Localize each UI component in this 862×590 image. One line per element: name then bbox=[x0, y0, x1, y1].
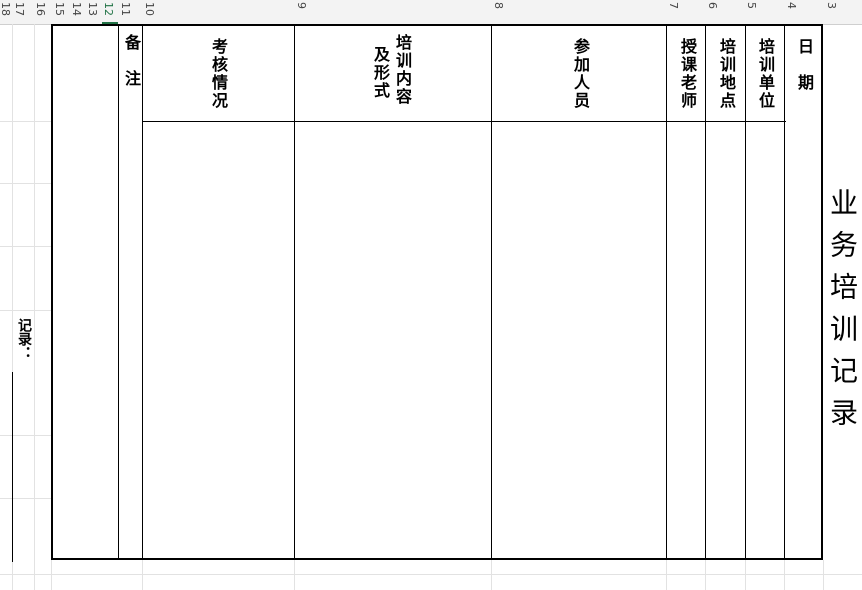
gridline bbox=[0, 435, 51, 436]
gridline bbox=[745, 560, 746, 590]
row-header-16[interactable]: 16 bbox=[34, 2, 47, 16]
table-line-teacher bbox=[666, 25, 667, 559]
gridline bbox=[0, 574, 862, 575]
gridline bbox=[0, 121, 51, 122]
table-line-date bbox=[784, 25, 785, 559]
page-title: 业务培训记录 bbox=[826, 188, 859, 440]
table-line-assessment bbox=[142, 25, 143, 559]
gridline bbox=[491, 560, 492, 590]
remarks-label: 备 注 bbox=[122, 34, 141, 88]
row-header-17[interactable]: 17 bbox=[13, 2, 26, 16]
gridline bbox=[0, 310, 51, 311]
date-label: 日 期 bbox=[795, 38, 814, 92]
table-line-location bbox=[705, 25, 706, 559]
table-line-remarks bbox=[118, 25, 119, 559]
training-location-label: 培训地点 bbox=[717, 38, 736, 110]
row-header-7[interactable]: 7 bbox=[667, 2, 680, 9]
row-header-13[interactable]: 13 bbox=[86, 2, 99, 16]
gridline bbox=[666, 560, 667, 590]
gridline bbox=[34, 24, 35, 590]
gridline bbox=[823, 560, 824, 590]
row-header-12[interactable]: 12 bbox=[102, 2, 115, 16]
teacher-label: 授课老师 bbox=[678, 38, 697, 110]
record-signature-line bbox=[12, 372, 13, 562]
gridline bbox=[0, 183, 51, 184]
gridline bbox=[142, 560, 143, 590]
gridline bbox=[705, 560, 706, 590]
row-header-8[interactable]: 8 bbox=[492, 2, 505, 9]
training-unit-label: 培训单位 bbox=[756, 38, 775, 110]
gridline bbox=[0, 246, 51, 247]
row-header-15[interactable]: 15 bbox=[53, 2, 66, 16]
row-header-14[interactable]: 14 bbox=[70, 2, 83, 16]
row-header-4[interactable]: 4 bbox=[785, 2, 798, 9]
training-record-table[interactable] bbox=[51, 24, 823, 560]
assessment-label: 考核情况 bbox=[209, 38, 228, 110]
gridline bbox=[784, 560, 785, 590]
table-line-content bbox=[294, 25, 295, 559]
table-line-unit bbox=[745, 25, 746, 559]
row-header-5[interactable]: 5 bbox=[745, 2, 758, 9]
record-label: 记录： bbox=[16, 318, 32, 360]
gridline bbox=[0, 498, 51, 499]
table-label-divider bbox=[142, 121, 786, 122]
row-header-9[interactable]: 9 bbox=[295, 2, 308, 9]
row-header-18[interactable]: 18 bbox=[0, 2, 12, 16]
participants-label: 参加人员 bbox=[571, 38, 590, 110]
row-header-6[interactable]: 6 bbox=[706, 2, 719, 9]
content-label-line1: 培训内容 bbox=[393, 34, 412, 106]
content-label-line2: 及形式 bbox=[371, 46, 390, 100]
row-header-11[interactable]: 11 bbox=[119, 2, 132, 16]
row-header-3[interactable]: 3 bbox=[825, 2, 838, 9]
row-header-10[interactable]: 10 bbox=[143, 2, 156, 16]
gridline bbox=[294, 560, 295, 590]
table-line-participants bbox=[491, 25, 492, 559]
